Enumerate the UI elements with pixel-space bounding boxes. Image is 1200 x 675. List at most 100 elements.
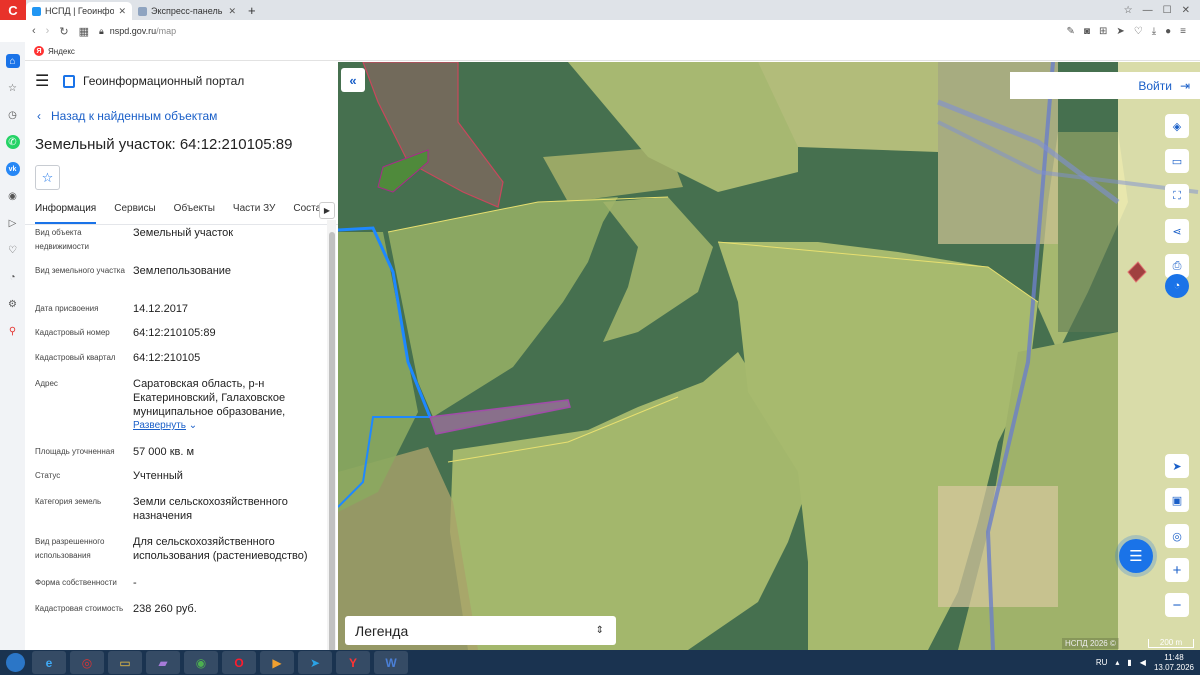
panel-scrollbar-thumb[interactable] bbox=[329, 232, 335, 650]
tabs-divider bbox=[25, 224, 338, 225]
property-row: Вид земельного участка Землепользование bbox=[25, 264, 327, 302]
navigation-arrow-icon: ➤ bbox=[1172, 460, 1182, 473]
minimize-icon[interactable]: — bbox=[1143, 5, 1153, 16]
back-arrow-icon[interactable]: ‹ bbox=[32, 25, 36, 37]
close-icon[interactable]: ✕ bbox=[228, 6, 236, 17]
browser-tab-label: Экспресс-панель bbox=[151, 6, 223, 16]
forward-arrow-icon[interactable]: › bbox=[46, 25, 50, 37]
property-row: Кадастровый номер 64:12:210105:89 bbox=[25, 326, 327, 351]
property-label: Вид объекта недвижимости bbox=[35, 228, 89, 251]
edit-icon[interactable]: ✎ bbox=[1067, 26, 1075, 37]
lock-icon: 🔒︎ bbox=[98, 25, 104, 36]
property-value: 238 260 руб. bbox=[133, 603, 197, 615]
url-field[interactable]: nspd.gov.ru/map bbox=[110, 26, 176, 36]
close-icon[interactable]: ✕ bbox=[118, 6, 126, 17]
taskbar-yandex[interactable]: Y bbox=[336, 651, 370, 674]
property-value: Саратовская область, р-н Екатериновский,… bbox=[133, 377, 323, 433]
geolocation-button[interactable]: ◎ bbox=[1165, 524, 1189, 548]
tab-info[interactable]: Информация bbox=[35, 198, 97, 224]
settings-icon[interactable]: ⚙ bbox=[6, 297, 20, 311]
download-icon[interactable]: ⤓ bbox=[1152, 26, 1156, 37]
heart-icon[interactable]: ♡ bbox=[1134, 26, 1143, 37]
taskbar-app[interactable]: ◎ bbox=[70, 651, 104, 674]
maximize-icon[interactable]: ☐ bbox=[1163, 5, 1172, 16]
legend-dropdown[interactable]: Легенда ⇕ bbox=[345, 616, 616, 645]
property-row: Кадастровый квартал 64:12:210105 bbox=[25, 351, 327, 377]
portal-logo-icon bbox=[63, 74, 75, 88]
language-indicator[interactable]: RU bbox=[1096, 658, 1108, 667]
pin-icon[interactable]: ⚲ bbox=[6, 324, 20, 338]
tab-services[interactable]: Сервисы bbox=[114, 198, 155, 224]
vk-icon[interactable]: vk bbox=[5, 162, 20, 176]
windows-logo-icon bbox=[5, 653, 25, 672]
share-button[interactable]: ⋖ bbox=[1165, 219, 1189, 243]
send-icon[interactable]: ▷ bbox=[6, 216, 20, 230]
play-circle-icon[interactable]: ◉ bbox=[6, 189, 20, 203]
tabs-grid-icon[interactable]: ▦ bbox=[79, 25, 89, 38]
taskbar-app[interactable]: ▰ bbox=[146, 651, 180, 674]
taskbar-explorer[interactable]: ▭ bbox=[108, 651, 142, 674]
taskbar-opera[interactable]: O bbox=[222, 651, 256, 674]
basemap-button[interactable]: ▣ bbox=[1165, 488, 1189, 512]
reload-icon[interactable]: ↻ bbox=[59, 25, 68, 38]
folder-icon: ▭ bbox=[119, 655, 131, 670]
network-icon[interactable]: ▮ bbox=[1127, 658, 1131, 667]
layers-button[interactable]: ◈ bbox=[1165, 114, 1189, 138]
tab-parcel-parts[interactable]: Части ЗУ bbox=[233, 198, 275, 224]
property-value: 64:12:210105:89 bbox=[133, 327, 216, 339]
expand-label: Развернуть bbox=[133, 420, 187, 431]
locate-button[interactable]: ➤ bbox=[1165, 454, 1189, 478]
tray-arrow-icon[interactable]: ▴ bbox=[1115, 658, 1119, 667]
expand-address-link[interactable]: Развернуть ⌄ bbox=[133, 419, 323, 433]
taskbar-chrome[interactable]: ◉ bbox=[184, 651, 218, 674]
clock-icon[interactable]: ◷ bbox=[6, 108, 20, 122]
start-button[interactable] bbox=[0, 650, 30, 675]
taskbar-word[interactable]: W bbox=[374, 651, 408, 674]
login-button[interactable]: Войти ⇥ bbox=[1010, 72, 1200, 99]
browser-tab-nspd[interactable]: НСПД | Геоинформационн ✕ bbox=[26, 2, 132, 20]
map-view[interactable]: « Войти ⇥ ◈ ▭ ⛶ ⋖ ⎙ ◔ ➤ ▣ ◎ + − ☰ Легенд… bbox=[338, 62, 1200, 650]
collapse-panel-button[interactable]: « bbox=[341, 68, 365, 92]
new-tab-button[interactable]: + bbox=[242, 3, 262, 18]
zoom-out-button[interactable]: − bbox=[1165, 593, 1189, 617]
whatsapp-icon[interactable]: ✆ bbox=[5, 135, 20, 149]
clock-date: 13.07.2026 bbox=[1153, 662, 1194, 672]
clock[interactable]: 11:48 13.07.2026 bbox=[1154, 653, 1194, 673]
send-icon[interactable]: ➤ bbox=[1116, 26, 1124, 37]
property-row: Кадастровая стоимость 238 260 руб. bbox=[25, 602, 327, 632]
close-window-icon[interactable]: ✕ bbox=[1182, 5, 1190, 16]
address-text: Саратовская область, р-н Екатериновский,… bbox=[133, 378, 286, 418]
taskbar-media[interactable]: ▶ bbox=[260, 651, 294, 674]
zoom-in-button[interactable]: + bbox=[1165, 558, 1189, 582]
taskbar-ie[interactable]: e bbox=[32, 651, 66, 674]
heart-icon[interactable]: ♡ bbox=[6, 243, 20, 257]
home-icon[interactable]: ⌂ bbox=[5, 54, 20, 68]
bookmarks-icon[interactable]: ☆ bbox=[1124, 5, 1133, 16]
yandex-browser-icon: Y bbox=[348, 655, 357, 670]
browser-tab-label: НСПД | Геоинформационн bbox=[45, 6, 115, 16]
support-chat-button[interactable]: ☰ bbox=[1119, 539, 1153, 573]
history-icon[interactable]: ◔ bbox=[6, 270, 20, 284]
taskbar-telegram[interactable]: ➤ bbox=[298, 651, 332, 674]
hamburger-menu-icon[interactable]: ☰ bbox=[35, 71, 55, 91]
profile-icon[interactable]: ● bbox=[1165, 26, 1171, 37]
bookmark-yandex[interactable]: Яндекс bbox=[48, 47, 75, 56]
property-value: 14.12.2017 bbox=[133, 303, 189, 315]
double-chevron-left-icon: « bbox=[349, 72, 357, 88]
camera-icon[interactable]: ◙ bbox=[1084, 26, 1090, 37]
star-icon[interactable]: ☆ bbox=[6, 81, 20, 95]
ruler-button[interactable]: ▭ bbox=[1165, 149, 1189, 173]
tab-objects[interactable]: Объекты bbox=[174, 198, 215, 224]
volume-icon[interactable]: ◀ bbox=[1140, 658, 1146, 667]
assistant-button[interactable]: ◔ bbox=[1165, 274, 1189, 298]
map-canvas[interactable] bbox=[338, 62, 1200, 650]
back-to-results-link[interactable]: ‹ Назад к найденным объектам bbox=[25, 100, 338, 132]
tabs-scroll-right-button[interactable]: ▶ bbox=[319, 202, 335, 219]
plus-icon: + bbox=[1172, 561, 1182, 579]
favorite-button[interactable]: ☆ bbox=[35, 165, 60, 190]
browser-logo[interactable]: С bbox=[0, 0, 26, 20]
browser-tab-express[interactable]: Экспресс-панель ✕ bbox=[132, 2, 242, 20]
translate-icon[interactable]: ⊞ bbox=[1099, 26, 1107, 37]
select-area-button[interactable]: ⛶ bbox=[1165, 184, 1189, 208]
menu-icon[interactable]: ≡ bbox=[1180, 26, 1186, 37]
